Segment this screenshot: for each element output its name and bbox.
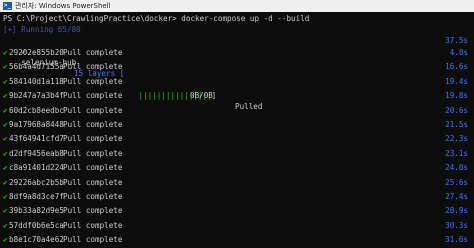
layer-id: d2df9456eab8 (9, 148, 64, 158)
layer-id: 43f64941cfd7 (9, 134, 64, 144)
layer-status: Pull complete (63, 134, 123, 144)
layer-status: Pull complete (63, 91, 123, 101)
layer-id: c8a91401d224 (9, 163, 64, 173)
stack-row: ✔ selenium-hub 15 layers [ |||||||||||||… (3, 35, 262, 111)
layer-status: Pull complete (63, 220, 123, 230)
layer-id: 584140d1a118 (9, 76, 64, 86)
layer-status: Pull complete (63, 163, 123, 173)
running-status: [+] Running 65/80 (3, 25, 81, 34)
layer-row: ✔ 57ddf0b6e5ca Pull complete (3, 220, 122, 231)
layer-row: ✔ 9b247a7a3b4f Pull complete (3, 90, 122, 101)
window-titlebar[interactable]: >_ 관리자: Windows PowerShell (0, 0, 474, 12)
layer-row: ✔ c8a91401d224 Pull complete (3, 162, 122, 173)
stack-time: 37.5s (445, 36, 468, 45)
command-line: PS C:\Project\CrawlingPractice\docker> d… (3, 14, 310, 23)
layer-row: ✔ b8e1c70a4e62 Pull complete (3, 234, 122, 245)
layer-id: 57ddf0b6e5ca (9, 220, 64, 230)
layer-row: ✔ 29202e855b20 Pull complete (3, 47, 122, 58)
layer-status: Pull complete (63, 148, 123, 158)
layer-id: 9a17968a8448 (9, 120, 64, 129)
layer-id: 9b247a7a3b4f (9, 91, 64, 101)
layer-id: 56b4a4d7155a (9, 62, 64, 72)
layer-row: ✔ 29226abc2b5b Pull complete (3, 177, 122, 188)
window-title: 관리자: Windows PowerShell (15, 2, 111, 10)
layer-id: 8df9a8d3ce7f (9, 192, 64, 201)
layer-time: 19.4s (445, 76, 468, 86)
layer-status: Pull complete (63, 177, 123, 187)
layer-row: ✔ 39b33a82d9e5 Pull complete (3, 205, 122, 216)
layer-status: Pull complete (63, 105, 123, 115)
layer-row: ✔ 8df9a8d3ce7f Pull complete (3, 191, 122, 202)
layer-time: 25.6s (445, 177, 468, 187)
layer-row: ✔ 9a17968a8448 Pull complete (3, 119, 122, 130)
layer-id: 29226abc2b5b (9, 177, 64, 187)
layer-status: Pull complete (63, 235, 123, 245)
layer-time: 21.5s (445, 120, 468, 129)
layer-time: 27.4s (445, 192, 468, 201)
layer-id: 60d2cb8eedbc (9, 105, 64, 115)
layer-time: 28.9s (445, 206, 468, 216)
powershell-icon: >_ (3, 2, 12, 10)
layer-status: Pull complete (63, 120, 123, 129)
layer-status: Pull complete (63, 62, 123, 72)
layer-time: 31.6s (445, 235, 468, 245)
layer-row: ✔ 43f64941cfd7 Pull complete (3, 133, 122, 144)
layer-status: Pull complete (63, 48, 123, 57)
layer-row: ✔ d2df9456eab8 Pull complete (3, 148, 122, 159)
layer-row: ✔ 56b4a4d7155a Pull complete (3, 61, 122, 72)
terminal-output[interactable]: PS C:\Project\CrawlingPractice\docker> d… (0, 12, 474, 248)
layer-time: 4.8s (449, 48, 468, 57)
layer-time: 22.3s (445, 134, 468, 144)
stack-speed: 0B/0B (190, 91, 213, 100)
layer-status: Pull complete (63, 192, 123, 201)
layer-time: 20.6s (445, 105, 468, 115)
layer-row: ✔ 584140d1a118 Pull complete (3, 76, 122, 87)
layer-row: ✔ 60d2cb8eedbc Pull complete (3, 105, 122, 116)
layer-id: 29202e855b20 (9, 48, 64, 57)
layer-id: 39b33a82d9e5 (9, 206, 64, 216)
layer-id: b8e1c70a4e62 (9, 235, 64, 245)
layer-status: Pull complete (63, 76, 123, 86)
layer-time: 16.6s (445, 62, 468, 72)
layer-time: 19.8s (445, 91, 468, 101)
layer-time: 23.1s (445, 148, 468, 158)
layer-time: 30.3s (445, 220, 468, 230)
layer-time: 24.0s (445, 163, 468, 173)
stack-status: Pulled (235, 102, 263, 111)
layer-status: Pull complete (63, 206, 123, 216)
